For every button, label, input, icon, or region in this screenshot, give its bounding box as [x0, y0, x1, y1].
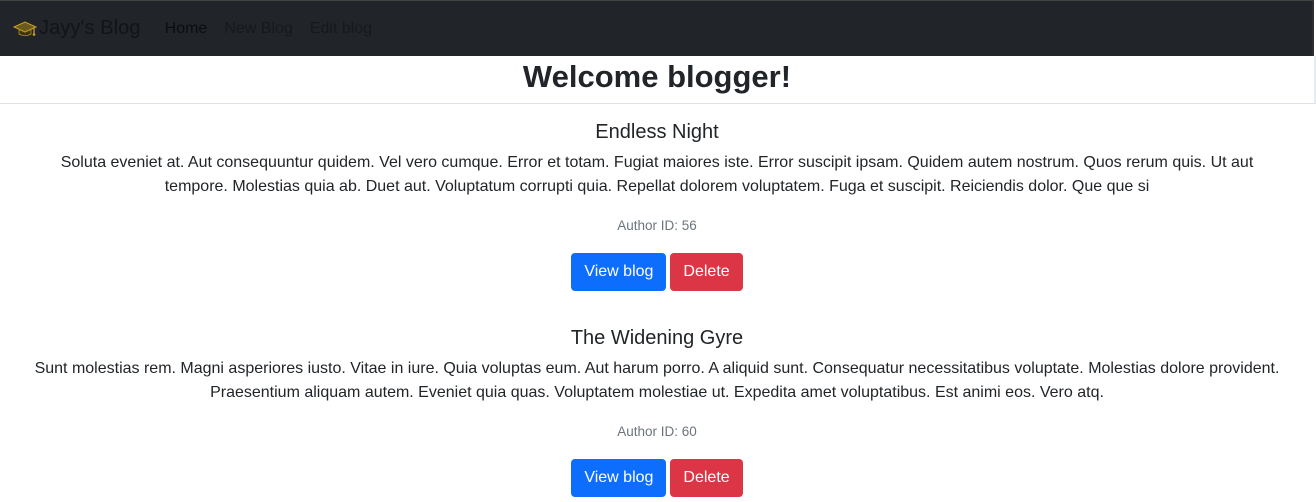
post-actions: View blog Delete — [0, 253, 1314, 291]
nav-edit-blog-link[interactable]: Edit blog — [310, 20, 372, 38]
brand-name: Jayy's Blog — [39, 17, 141, 39]
post-author-id: Author ID: 60 — [617, 424, 697, 439]
post-title: The Widening Gyre — [570, 327, 744, 349]
post-body: Soluta eveniet at. Aut consequuntur quid… — [60, 154, 1254, 195]
post-actions: View blog Delete — [0, 459, 1314, 497]
post-author-id: Author ID: 56 — [617, 218, 697, 233]
delete-button[interactable]: Delete — [670, 253, 743, 291]
nav-links: Home New Blog Edit blog — [165, 20, 389, 38]
nav-new-blog-link[interactable]: New Blog — [224, 20, 292, 38]
blog-post-card: The Widening Gyre Sunt molestias rem. Ma… — [0, 326, 1314, 497]
delete-button[interactable]: Delete — [670, 459, 743, 497]
blog-post-card: Endless Night Soluta eveniet at. Aut con… — [0, 120, 1314, 291]
view-blog-button[interactable]: View blog — [571, 253, 667, 291]
post-body: Sunt molestias rem. Magni asperiores ius… — [34, 360, 1280, 401]
page-title: Welcome blogger! — [522, 59, 792, 94]
welcome-header: Welcome blogger! — [0, 56, 1316, 104]
view-blog-button[interactable]: View blog — [571, 459, 667, 497]
brand-link[interactable]: Jayy's Blog — [12, 17, 141, 40]
graduation-cap-icon — [12, 18, 38, 40]
post-title: Endless Night — [595, 121, 719, 143]
nav-home-link[interactable]: Home — [165, 20, 208, 38]
top-navbar: Jayy's Blog Home New Blog Edit blog — [0, 0, 1314, 56]
